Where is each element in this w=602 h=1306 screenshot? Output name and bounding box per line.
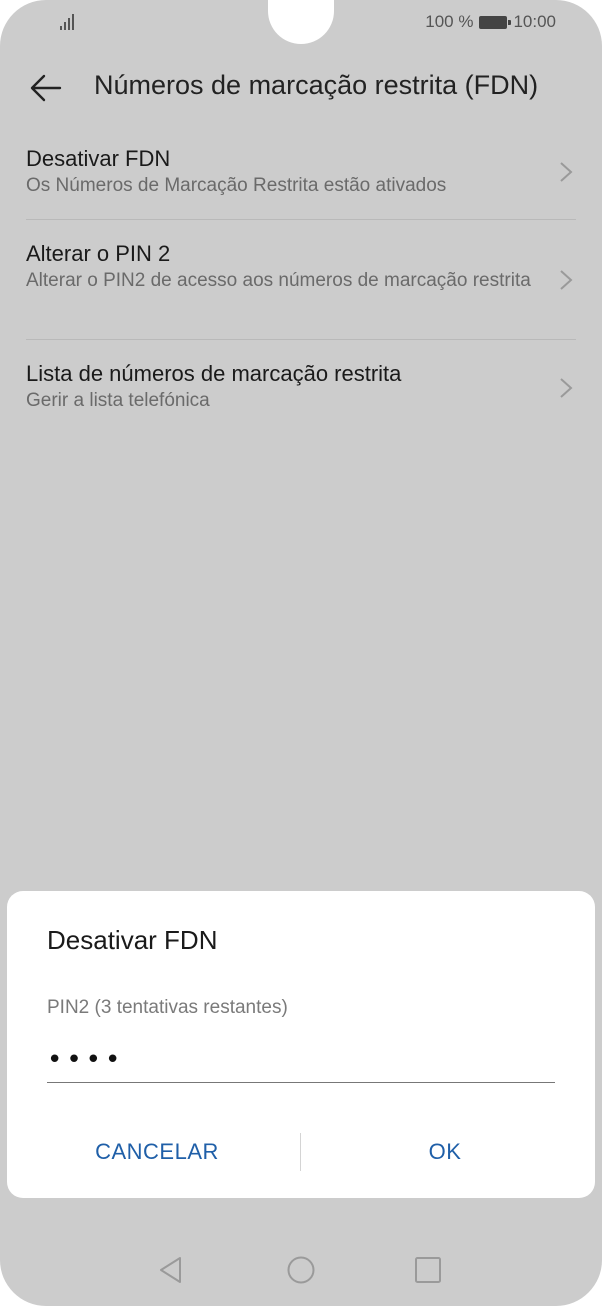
list-item-subtitle: Gerir a lista telefónica bbox=[26, 390, 210, 411]
nav-recents-icon[interactable] bbox=[410, 1252, 446, 1288]
chevron-right-icon bbox=[560, 270, 573, 290]
chevron-right-icon bbox=[560, 378, 573, 398]
ok-button[interactable]: OK bbox=[315, 1123, 575, 1181]
nav-back-icon[interactable] bbox=[153, 1252, 189, 1288]
clock: 10:00 bbox=[513, 12, 556, 31]
list-item-fdn-list[interactable]: Lista de números de marcação restrita Ge… bbox=[26, 340, 576, 432]
battery-percentage: 100 % bbox=[425, 12, 474, 31]
list-item-disable-fdn[interactable]: Desativar FDN Os Números de Marcação Res… bbox=[26, 126, 576, 220]
battery-icon bbox=[479, 15, 512, 29]
list-item-subtitle: Alterar o PIN2 de acesso aos números de … bbox=[26, 270, 531, 291]
back-arrow-icon[interactable] bbox=[24, 66, 68, 110]
signal-icon bbox=[60, 12, 78, 30]
list-item-subtitle: Os Números de Marcação Restrita estão at… bbox=[26, 175, 447, 196]
dialog-title: Desativar FDN bbox=[47, 925, 218, 955]
list-item-change-pin2[interactable]: Alterar o PIN 2 Alterar o PIN2 de acesso… bbox=[26, 220, 576, 340]
nav-home-icon[interactable] bbox=[283, 1252, 319, 1288]
disable-fdn-dialog: Desativar FDN PIN2 (3 tentativas restant… bbox=[7, 891, 595, 1198]
status-right: 100 % 10:00 bbox=[425, 12, 556, 32]
list-item-title: Alterar o PIN 2 bbox=[26, 241, 171, 266]
button-divider bbox=[300, 1133, 301, 1171]
pin2-field-label: PIN2 (3 tentativas restantes) bbox=[47, 997, 288, 1018]
page-title: Números de marcação restrita (FDN) bbox=[94, 70, 539, 100]
chevron-right-icon bbox=[560, 162, 573, 182]
fdn-settings-list: Desativar FDN Os Números de Marcação Res… bbox=[0, 126, 602, 432]
pin2-input[interactable] bbox=[47, 1037, 555, 1083]
phone-screen: 100 % 10:00 Números de marcação restrita… bbox=[0, 0, 602, 1306]
app-bar: Números de marcação restrita (FDN) bbox=[0, 48, 602, 126]
cancel-button[interactable]: CANCELAR bbox=[27, 1123, 287, 1181]
navigation-bar bbox=[0, 1230, 602, 1306]
list-item-title: Desativar FDN bbox=[26, 146, 171, 171]
list-item-title: Lista de números de marcação restrita bbox=[26, 361, 402, 386]
